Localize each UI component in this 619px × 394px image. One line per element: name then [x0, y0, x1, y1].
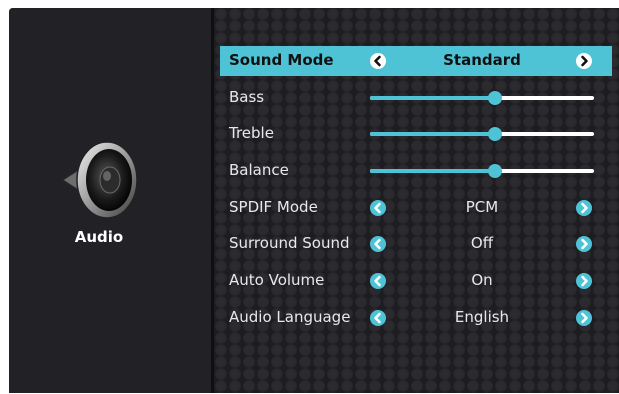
- setting-row-bass[interactable]: Bass: [220, 83, 612, 113]
- section-label: Audio: [74, 228, 124, 246]
- slider-fill: [370, 96, 496, 100]
- chevron-right-icon[interactable]: [576, 273, 592, 289]
- category-panel: Audio: [9, 8, 211, 393]
- chevron-left-icon[interactable]: [370, 236, 386, 252]
- setting-row-balance[interactable]: Balance: [220, 156, 612, 186]
- setting-label: Treble: [229, 124, 274, 142]
- chevron-right-icon[interactable]: [576, 310, 592, 326]
- slider-knob[interactable]: [488, 127, 503, 141]
- slider-knob[interactable]: [488, 164, 503, 178]
- setting-row-sound-mode[interactable]: Sound Mode Standard: [220, 46, 612, 76]
- setting-row-surround-sound[interactable]: Surround Sound Off: [220, 229, 612, 259]
- chevron-right-icon[interactable]: [576, 200, 592, 216]
- setting-row-auto-volume[interactable]: Auto Volume On: [220, 266, 612, 296]
- setting-value: Standard: [443, 51, 521, 69]
- setting-label: SPDIF Mode: [229, 198, 318, 216]
- speaker-icon: [61, 136, 143, 224]
- chevron-left-icon[interactable]: [370, 273, 386, 289]
- chevron-right-icon[interactable]: [576, 53, 592, 69]
- setting-row-treble[interactable]: Treble: [220, 119, 612, 149]
- chevron-right-icon[interactable]: [576, 236, 592, 252]
- chevron-left-icon[interactable]: [370, 53, 386, 69]
- slider-fill: [370, 169, 496, 173]
- chevron-left-icon[interactable]: [370, 310, 386, 326]
- setting-value: PCM: [465, 198, 499, 216]
- slider-track[interactable]: [370, 91, 594, 105]
- slider-track[interactable]: [370, 127, 594, 141]
- setting-value: Off: [470, 234, 494, 252]
- chevron-left-icon[interactable]: [370, 200, 386, 216]
- setting-label: Audio Language: [229, 308, 351, 326]
- slider-fill: [370, 132, 496, 136]
- setting-label: Balance: [229, 161, 289, 179]
- setting-row-spdif-mode[interactable]: SPDIF Mode PCM: [220, 193, 612, 223]
- setting-value: English: [454, 308, 510, 326]
- setting-label: Surround Sound: [229, 234, 350, 252]
- setting-label: Sound Mode: [229, 51, 334, 69]
- slider-track[interactable]: [370, 164, 594, 178]
- slider-knob[interactable]: [488, 91, 503, 105]
- setting-value: On: [471, 271, 493, 289]
- setting-row-audio-language[interactable]: Audio Language English: [220, 303, 612, 333]
- setting-label: Bass: [229, 88, 265, 106]
- setting-label: Auto Volume: [229, 271, 325, 289]
